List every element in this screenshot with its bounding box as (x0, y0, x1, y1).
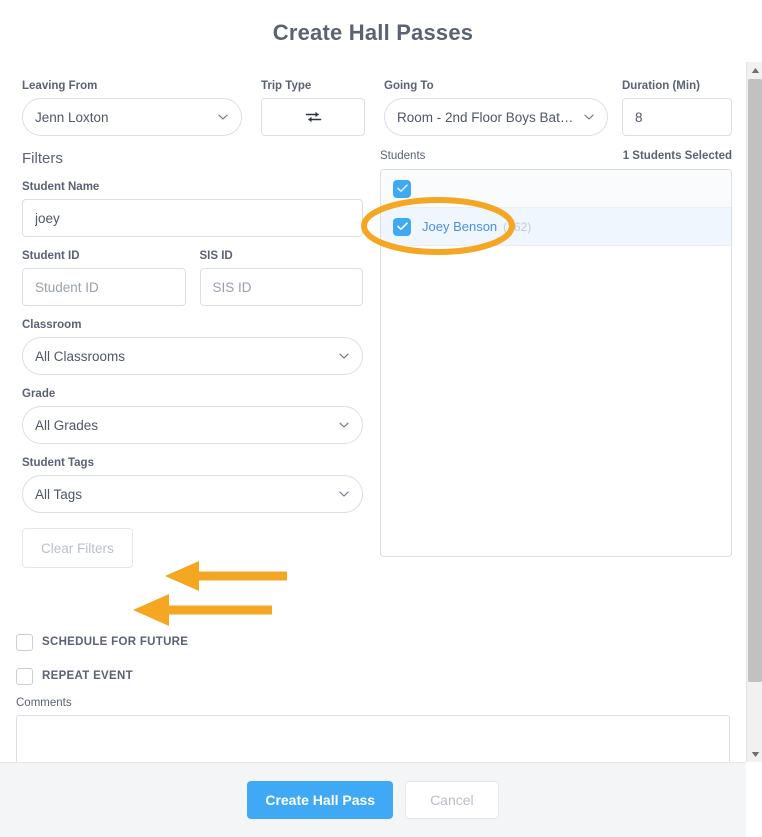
student-name-value: joey (35, 210, 60, 226)
page-title: Create Hall Passes (272, 20, 474, 45)
chevron-down-icon (217, 111, 229, 123)
repeat-event-label: REPEAT EVENT (42, 670, 133, 682)
leaving-from-value: Jenn Loxton (35, 109, 109, 125)
sis-id-field: SIS ID SIS ID (199, 250, 363, 306)
schedule-for-future-checkbox[interactable] (16, 633, 33, 651)
trip-type-field: Trip Type (261, 80, 365, 136)
trip-details-row: Leaving From Jenn Loxton Trip Type Going… (0, 80, 746, 142)
grade-value: All Grades (35, 417, 99, 433)
page-scrollbar[interactable] (746, 62, 762, 762)
student-name-label: Student Name (22, 181, 100, 193)
student-id-label: Student ID (22, 250, 80, 262)
student-tags-label: Student Tags (22, 457, 94, 469)
students-selected-count: 1 Students Selected (622, 150, 732, 162)
student-name-field: Student Name joey (22, 181, 363, 237)
sis-id-placeholder: SIS ID (212, 279, 252, 295)
going-to-value: Room - 2nd Floor Boys Bathroom (397, 109, 575, 125)
trip-type-label: Trip Type (261, 80, 312, 92)
table-row[interactable]: Joey Benson (162) (381, 208, 731, 246)
dialog-footer: Create Hall Pass Cancel (0, 762, 746, 837)
chevron-down-icon (338, 350, 350, 362)
form-body: Leaving From Jenn Loxton Trip Type Going… (0, 62, 746, 762)
grade-label: Grade (22, 388, 56, 400)
student-row-checkbox[interactable] (393, 217, 411, 236)
duration-value: 8 (635, 109, 643, 125)
student-tags-field: Student Tags All Tags (22, 457, 363, 513)
going-to-field: Going To Room - 2nd Floor Boys Bathroom (384, 80, 608, 136)
student-id-field: Student ID Student ID (22, 250, 186, 306)
caret-up-icon[interactable] (747, 62, 762, 78)
id-fields-row: Student ID Student ID SIS ID SIS ID (22, 250, 363, 306)
swap-arrows-icon (305, 110, 322, 124)
chevron-down-icon (583, 111, 595, 123)
sis-id-label: SIS ID (199, 250, 233, 262)
create-hall-passes-dialog: Create Hall Passes Leaving From Jenn Lox… (0, 0, 762, 837)
scrollbar-thumb[interactable] (748, 79, 762, 682)
schedule-for-future-row[interactable]: SCHEDULE FOR FUTURE (16, 628, 416, 656)
classroom-field: Classroom All Classrooms (22, 319, 363, 375)
student-name-input[interactable]: joey (22, 199, 363, 237)
duration-input[interactable]: 8 (622, 98, 732, 136)
grade-select[interactable]: All Grades (22, 406, 363, 444)
student-id: (162) (503, 219, 532, 234)
student-tags-value: All Tags (35, 486, 83, 502)
comments-label: Comments (16, 697, 72, 709)
students-select-all-row[interactable] (381, 170, 731, 208)
students-section: Students 1 Students Selected Joey Benson… (380, 150, 732, 557)
student-name: Joey Benson (422, 219, 498, 234)
filters-section: Filters Student Name joey Student ID Stu… (22, 150, 363, 568)
grade-field: Grade All Grades (22, 388, 363, 444)
students-list: Joey Benson (162) (380, 169, 732, 557)
going-to-select[interactable]: Room - 2nd Floor Boys Bathroom (384, 98, 608, 136)
student-id-input[interactable]: Student ID (22, 268, 186, 306)
classroom-value: All Classrooms (35, 348, 126, 364)
schedule-for-future-label: SCHEDULE FOR FUTURE (42, 636, 189, 648)
sis-id-input[interactable]: SIS ID (199, 268, 363, 306)
leaving-from-select[interactable]: Jenn Loxton (22, 98, 242, 136)
student-tags-select[interactable]: All Tags (22, 475, 363, 513)
caret-down-icon[interactable] (747, 746, 762, 762)
student-id-placeholder: Student ID (35, 279, 99, 295)
leaving-from-label: Leaving From (22, 80, 98, 92)
classroom-select[interactable]: All Classrooms (22, 337, 363, 375)
going-to-label: Going To (384, 80, 434, 92)
clear-filters-button[interactable]: Clear Filters (22, 528, 133, 568)
students-header: Students 1 Students Selected (380, 150, 732, 162)
repeat-event-checkbox[interactable] (16, 667, 33, 685)
filters-heading: Filters (22, 150, 63, 167)
comments-textarea[interactable] (16, 715, 730, 762)
trip-type-toggle-button[interactable] (261, 98, 365, 136)
chevron-down-icon (338, 488, 350, 500)
classroom-label: Classroom (22, 319, 82, 331)
select-all-checkbox[interactable] (393, 179, 411, 198)
duration-label: Duration (Min) (622, 80, 700, 92)
create-hall-pass-button[interactable]: Create Hall Pass (247, 781, 394, 819)
cancel-button[interactable]: Cancel (405, 781, 499, 819)
leaving-from-field: Leaving From Jenn Loxton (22, 80, 242, 136)
students-label: Students (380, 150, 426, 162)
repeat-event-row[interactable]: REPEAT EVENT (16, 662, 416, 690)
event-options: SCHEDULE FOR FUTURE REPEAT EVENT (16, 628, 416, 696)
chevron-down-icon (338, 419, 350, 431)
comments-section: Comments (16, 697, 730, 762)
duration-field: Duration (Min) 8 (622, 80, 732, 136)
